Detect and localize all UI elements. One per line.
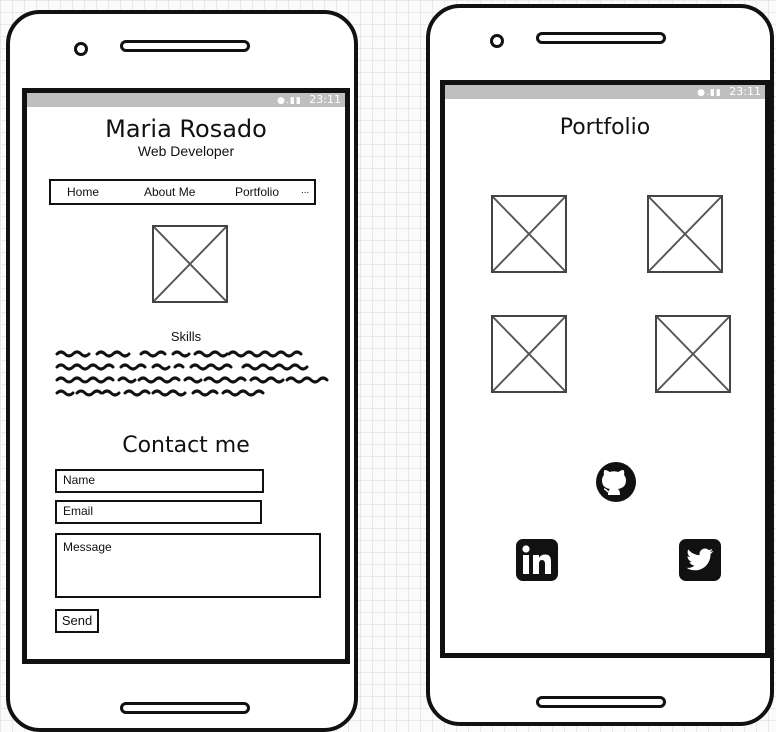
right-phone-screen: ●.▮▮ 23:11 Portfolio — [440, 80, 770, 658]
twitter-icon[interactable] — [679, 539, 721, 581]
left-phone-screen: ●.▮▮ 23:11 Maria Rosado Web Developer Ho… — [22, 88, 350, 664]
portfolio-image-placeholder[interactable] — [491, 195, 567, 273]
camera-icon — [490, 34, 504, 48]
right-phone-frame: ●.▮▮ 23:11 Portfolio — [426, 4, 774, 726]
top-speaker — [120, 40, 250, 52]
skills-label: Skills — [170, 329, 202, 344]
nav-bar: Home About Me Portfolio ... — [49, 179, 316, 205]
portfolio-image-placeholder[interactable] — [655, 315, 731, 393]
nav-item-home[interactable]: Home — [67, 185, 99, 199]
send-button[interactable]: Send — [55, 609, 99, 633]
name-field[interactable]: Name — [55, 469, 264, 493]
profile-image-placeholder — [152, 225, 228, 303]
portfolio-title: Portfolio — [559, 115, 651, 140]
signal-icon: ●.▮▮ — [697, 88, 722, 98]
left-phone-frame: ●.▮▮ 23:11 Maria Rosado Web Developer Ho… — [6, 10, 358, 732]
page-title: Maria Rosado — [105, 115, 267, 143]
bottom-speaker — [120, 702, 250, 714]
status-bar: ●.▮▮ 23:11 — [27, 93, 345, 107]
portfolio-image-placeholder[interactable] — [491, 315, 567, 393]
nav-item-more[interactable]: ... — [301, 185, 309, 196]
skills-text-scribble — [55, 350, 329, 397]
top-speaker — [536, 32, 666, 44]
nav-item-about-me[interactable]: About Me — [144, 185, 195, 199]
message-textarea[interactable]: Message — [55, 533, 321, 598]
signal-icon: ●.▮▮ — [277, 96, 302, 106]
status-time: 23:11 — [309, 93, 341, 106]
contact-title: Contact me — [122, 433, 250, 458]
nav-item-portfolio[interactable]: Portfolio — [235, 185, 279, 199]
portfolio-image-placeholder[interactable] — [647, 195, 723, 273]
status-bar: ●.▮▮ 23:11 — [445, 85, 765, 99]
linkedin-icon[interactable] — [516, 539, 558, 581]
bottom-speaker — [536, 696, 666, 708]
github-icon[interactable] — [595, 461, 637, 503]
status-time: 23:11 — [729, 85, 761, 98]
camera-icon — [74, 42, 88, 56]
email-field[interactable]: Email — [55, 500, 262, 524]
page-subtitle: Web Developer — [137, 143, 235, 159]
